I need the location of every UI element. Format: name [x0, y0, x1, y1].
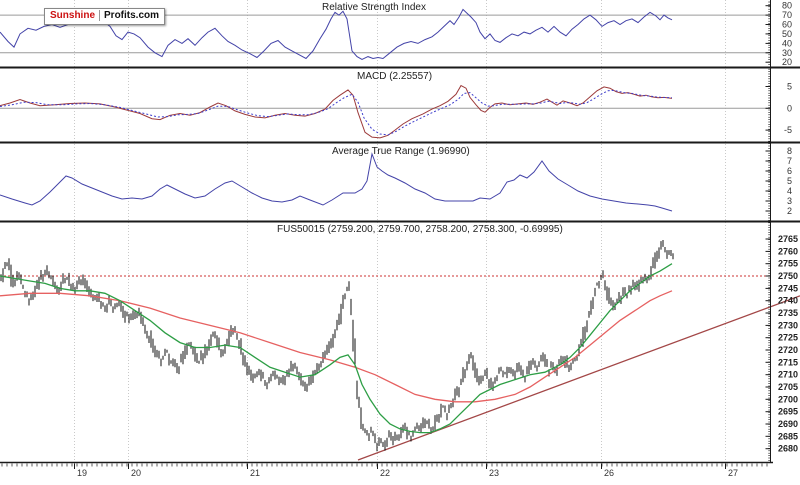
x-axis-day-label: 21 [250, 468, 260, 478]
chart-window: 8070605040302050-58765432276527602755275… [0, 0, 800, 485]
x-axis-day-label: 20 [131, 468, 141, 478]
y-axis-label: 2760 [778, 246, 798, 256]
y-axis-label: 2710 [778, 370, 798, 380]
y-axis-label: 2700 [778, 394, 798, 404]
y-axis-label: 3 [787, 196, 792, 206]
price-panel-title: FUS50015 (2759.200, 2759.700, 2758.200, … [277, 224, 563, 235]
y-axis-label: 2745 [778, 283, 798, 293]
y-axis-label: 0 [787, 103, 792, 113]
y-axis-label: 2725 [778, 333, 798, 343]
y-axis-label: 6 [787, 166, 792, 176]
y-axis-label: 2730 [778, 320, 798, 330]
y-axis-label: 2 [787, 206, 792, 216]
atr-panel-title: Average True Range (1.96990) [332, 146, 470, 157]
y-axis-label: 2720 [778, 345, 798, 355]
y-axis-label: 2715 [778, 357, 798, 367]
x-axis-day-label: 22 [380, 468, 390, 478]
y-axis-label: 2690 [778, 419, 798, 429]
y-axis-label: 8 [787, 146, 792, 156]
x-axis-day-label: 26 [604, 468, 614, 478]
y-axis-label: 2705 [778, 382, 798, 392]
x-axis-day-label: 23 [489, 468, 499, 478]
y-axis-label: 2750 [778, 271, 798, 281]
sunshineprofits-logo[interactable]: Sunshine Profits.com [44, 8, 165, 25]
y-axis-label: 2735 [778, 308, 798, 318]
x-axis-day-label: 27 [728, 468, 738, 478]
y-axis-label: 2755 [778, 259, 798, 269]
logo-part-profits: Profits.com [104, 10, 159, 21]
x-axis-day-label: 19 [77, 468, 87, 478]
y-axis-label: 5 [787, 176, 792, 186]
y-axis-label: 50 [782, 29, 792, 39]
y-axis-label: 5 [787, 82, 792, 92]
logo-part-sunshine: Sunshine [50, 10, 100, 21]
y-axis-label: 7 [787, 156, 792, 166]
y-axis-label: 2680 [778, 444, 798, 454]
y-axis-label: 20 [782, 57, 792, 67]
y-axis-label: 4 [787, 186, 792, 196]
macd-panel-title: MACD (2.25557) [357, 71, 432, 82]
y-axis-label: 2740 [778, 296, 798, 306]
y-axis-label: 2685 [778, 431, 798, 441]
y-axis-label: 2765 [778, 234, 798, 244]
rsi-panel-title: Relative Strength Index [322, 2, 426, 13]
y-axis-label: 2695 [778, 407, 798, 417]
y-axis-label: -5 [784, 125, 792, 135]
